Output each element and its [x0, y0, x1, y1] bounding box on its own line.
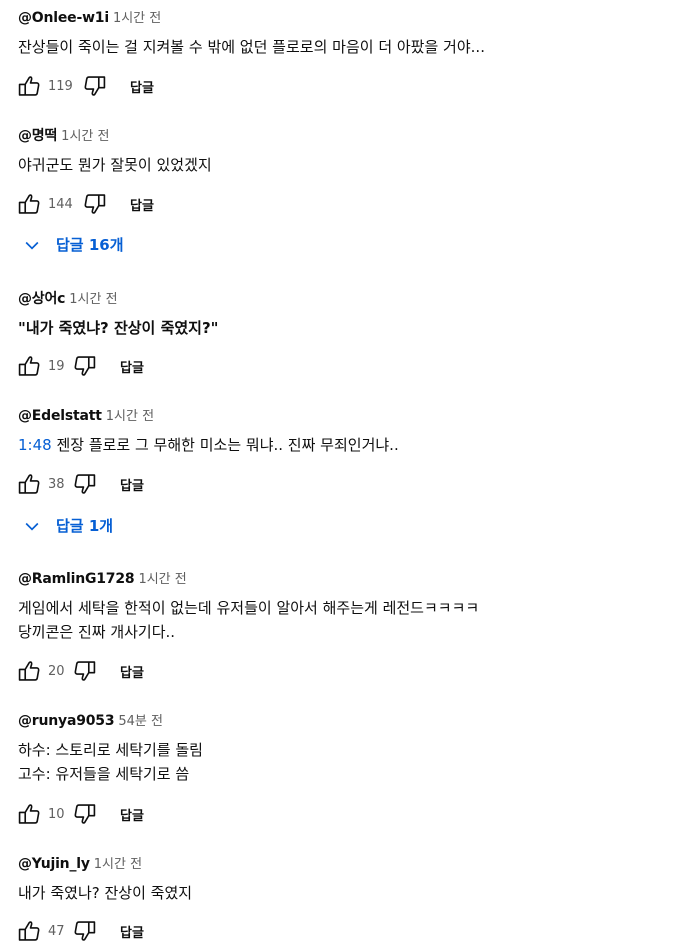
thumbs-up-icon[interactable] [16, 73, 42, 99]
thumbs-down-icon[interactable] [72, 918, 98, 944]
comment-text: 내가 죽였나? 잔상이 죽였지 [18, 881, 664, 905]
view-replies-button[interactable]: 답글 16개 [22, 234, 124, 255]
thumbs-up-icon[interactable] [16, 918, 42, 944]
comment-text: 1:48 젠장 플로로 그 무해한 미소는 뭐냐.. 진짜 무죄인거냐.. [18, 433, 664, 457]
comment-author[interactable]: @Onlee-w1i [18, 10, 109, 26]
comment-actions: 19 답글 [16, 352, 144, 380]
comment-text-line: 당끼콘은 진짜 개사기다.. [18, 623, 176, 641]
comment-time[interactable]: 1시간 전 [61, 129, 109, 144]
comment-text: 하수: 스토리로 세탁기를 돌림 고수: 유저들을 세탁기로 씀 [18, 738, 664, 786]
comment-time[interactable]: 1시간 전 [138, 572, 186, 587]
comment-item: @runya9053 54분 전 하수: 스토리로 세탁기를 돌림 고수: 유저들… [18, 711, 664, 786]
like-count: 20 [48, 663, 65, 679]
thumbs-up-icon[interactable] [16, 801, 42, 827]
comment-time[interactable]: 54분 전 [118, 714, 163, 729]
comment-text: 야귀군도 뭔가 잘못이 있었겠지 [18, 153, 664, 177]
comment-text-line: 게임에서 세탁을 한적이 없는데 유저들이 알아서 해주는게 레전드ㅋㅋㅋㅋ [18, 599, 480, 617]
comment-author[interactable]: @runya9053 [18, 713, 115, 729]
thumbs-down-icon[interactable] [72, 353, 98, 379]
comment-actions: 10 답글 [16, 800, 144, 828]
comment-text-line: 잔상들이 죽이는 걸 지켜볼 수 밖에 없던 플로로의 마음이 더 아팠을 거야… [18, 38, 485, 56]
comment-text: 잔상들이 죽이는 걸 지켜볼 수 밖에 없던 플로로의 마음이 더 아팠을 거야… [18, 35, 664, 59]
comment-text-line: 야귀군도 뭔가 잘못이 있었겠지 [18, 156, 212, 174]
comment-actions: 144 답글 [16, 190, 154, 218]
comment-meta: @상어c 1시간 전 [18, 289, 664, 310]
reply-button[interactable]: 답글 [120, 805, 144, 824]
comment-author[interactable]: @명떡 [18, 128, 57, 144]
thumbs-down-icon[interactable] [82, 191, 108, 217]
comment-text: "내가 죽였냐? 잔상이 죽였지?" [18, 316, 664, 340]
like-count: 144 [48, 196, 73, 212]
reply-button[interactable]: 답글 [120, 357, 144, 376]
comment-actions: 47 답글 [16, 917, 144, 945]
comment-item: @Edelstatt 1시간 전 1:48 젠장 플로로 그 무해한 미소는 뭐냐… [18, 406, 664, 457]
comment-author[interactable]: @상어c [18, 291, 65, 307]
comment-text-line: 하수: 스토리로 세탁기를 돌림 [18, 741, 203, 759]
comment-text-line: 내가 죽였나? 잔상이 죽였지 [18, 884, 193, 902]
thumbs-up-icon[interactable] [16, 191, 42, 217]
comment-author[interactable]: @Yujin_ly [18, 856, 90, 872]
thumbs-down-icon[interactable] [72, 471, 98, 497]
comment-text-line: 고수: 유저들을 세탁기로 씀 [18, 765, 190, 783]
comment-text: 게임에서 세탁을 한적이 없는데 유저들이 알아서 해주는게 레전드ㅋㅋㅋㅋ 당… [18, 596, 664, 644]
comment-meta: @명떡 1시간 전 [18, 126, 664, 147]
comment-item: @Onlee-w1i 1시간 전 잔상들이 죽이는 걸 지켜볼 수 밖에 없던 플… [18, 8, 664, 59]
reply-button[interactable]: 답글 [120, 662, 144, 681]
like-count: 47 [48, 923, 65, 939]
comment-meta: @RamlinG1728 1시간 전 [18, 569, 664, 590]
comment-author[interactable]: @Edelstatt [18, 408, 102, 424]
comment-text-line: "내가 죽였냐? 잔상이 죽였지?" [18, 319, 219, 337]
comment-item: @상어c 1시간 전 "내가 죽였냐? 잔상이 죽였지?" [18, 289, 664, 340]
thumbs-up-icon[interactable] [16, 658, 42, 684]
comment-meta: @Onlee-w1i 1시간 전 [18, 8, 664, 29]
comment-item: @Yujin_ly 1시간 전 내가 죽였나? 잔상이 죽였지 [18, 854, 664, 905]
comment-author[interactable]: @RamlinG1728 [18, 571, 135, 587]
view-replies-button[interactable]: 답글 1개 [22, 515, 113, 536]
thumbs-down-icon[interactable] [72, 801, 98, 827]
comment-meta: @Yujin_ly 1시간 전 [18, 854, 664, 875]
reply-button[interactable]: 답글 [120, 475, 144, 494]
comment-time[interactable]: 1시간 전 [113, 11, 161, 26]
comment-time[interactable]: 1시간 전 [94, 857, 142, 872]
thumbs-up-icon[interactable] [16, 353, 42, 379]
comment-actions: 20 답글 [16, 657, 144, 685]
comment-item: @RamlinG1728 1시간 전 게임에서 세탁을 한적이 없는데 유저들이 … [18, 569, 664, 644]
chevron-down-icon [25, 241, 39, 250]
like-count: 38 [48, 476, 65, 492]
view-replies-label: 답글 1개 [56, 517, 114, 535]
reply-button[interactable]: 답글 [120, 922, 144, 941]
comment-actions: 38 답글 [16, 470, 144, 498]
view-replies-label: 답글 16개 [56, 236, 124, 254]
like-count: 119 [48, 78, 73, 94]
thumbs-down-icon[interactable] [82, 73, 108, 99]
comment-text-rest: 젠장 플로로 그 무해한 미소는 뭐냐.. 진짜 무죄인거냐.. [51, 436, 399, 454]
like-count: 10 [48, 806, 65, 822]
timestamp-link[interactable]: 1:48 [18, 436, 52, 454]
like-count: 19 [48, 358, 65, 374]
reply-button[interactable]: 답글 [130, 195, 154, 214]
comment-meta: @Edelstatt 1시간 전 [18, 406, 664, 427]
thumbs-down-icon[interactable] [72, 658, 98, 684]
comment-text-line: 1:48 젠장 플로로 그 무해한 미소는 뭐냐.. 진짜 무죄인거냐.. [18, 433, 664, 457]
chevron-down-icon [25, 522, 39, 531]
comment-actions: 119 답글 [16, 72, 154, 100]
comment-meta: @runya9053 54분 전 [18, 711, 664, 732]
reply-button[interactable]: 답글 [130, 77, 154, 96]
comment-time[interactable]: 1시간 전 [106, 409, 154, 424]
thumbs-up-icon[interactable] [16, 471, 42, 497]
comment-time[interactable]: 1시간 전 [69, 292, 117, 307]
comment-item: @명떡 1시간 전 야귀군도 뭔가 잘못이 있었겠지 [18, 126, 664, 177]
